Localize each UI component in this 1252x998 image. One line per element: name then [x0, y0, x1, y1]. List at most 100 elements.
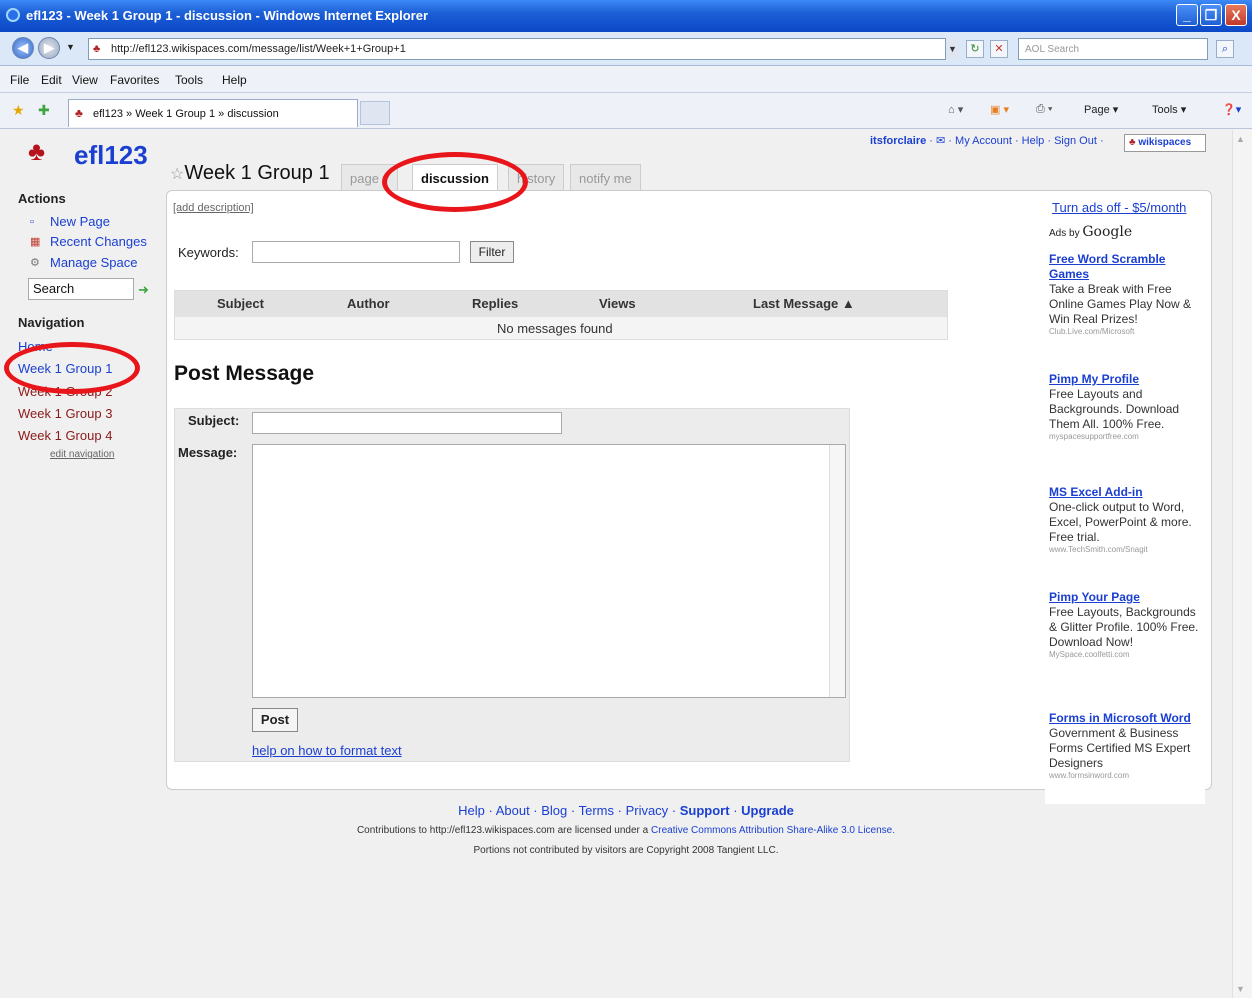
page-menu[interactable]: Page ▾ — [1084, 103, 1118, 116]
footer-privacy-link[interactable]: Privacy — [626, 803, 669, 818]
help-link[interactable]: Help — [1022, 135, 1045, 147]
browser-tab[interactable]: ♣ efl123 » Week 1 Group 1 » discussion — [68, 99, 358, 127]
menu-file[interactable]: File — [10, 73, 29, 87]
close-window-button[interactable]: X — [1225, 4, 1247, 26]
scroll-down-icon[interactable]: ▼ — [1236, 984, 1245, 994]
ad-url: myspacesupportfree.com — [1049, 432, 1139, 441]
keywords-input[interactable] — [252, 241, 460, 263]
username-link[interactable]: itsforclaire — [870, 135, 926, 147]
sidebar-search-input[interactable]: Search — [28, 278, 134, 300]
actions-heading: Actions — [18, 191, 66, 206]
menu-help[interactable]: Help — [222, 73, 247, 87]
page-scrollbar[interactable]: ▲ ▼ — [1232, 130, 1252, 998]
help-format-link[interactable]: help on how to format text — [252, 743, 402, 758]
ad-item[interactable]: Pimp Your Page Free Layouts, Backgrounds… — [1049, 590, 1203, 660]
manage-space-link[interactable]: Manage Space — [50, 255, 137, 270]
table-header: Subject Author Replies Views Last Messag… — [175, 291, 947, 317]
search-provider-input[interactable]: AOL Search — [1018, 38, 1208, 60]
ad-item[interactable]: Free Word Scramble Games Take a Break wi… — [1049, 252, 1203, 337]
sign-out-link[interactable]: Sign Out — [1054, 135, 1097, 147]
post-button[interactable]: Post — [252, 708, 298, 732]
tab-favicon-icon: ♣ — [75, 106, 83, 120]
scroll-up-icon[interactable]: ▲ — [1236, 134, 1245, 144]
footer-terms-link[interactable]: Terms — [579, 803, 614, 818]
search-go-arrow-icon[interactable]: ➜ — [138, 282, 149, 298]
footer-help-link[interactable]: Help — [458, 803, 485, 818]
ad-item[interactable]: Pimp My Profile Free Layouts and Backgro… — [1049, 372, 1203, 442]
site-name[interactable]: efl123 — [74, 140, 148, 171]
help-menu-icon[interactable]: ❓▾ — [1222, 103, 1241, 116]
column-last-message[interactable]: Last Message ▲ — [753, 296, 855, 311]
site-favicon-icon: ♣ — [93, 43, 101, 55]
url-text: http://efl123.wikispaces.com/message/lis… — [111, 43, 406, 55]
ad-title[interactable]: Pimp My Profile — [1049, 372, 1203, 387]
footer-about-link[interactable]: About — [496, 803, 530, 818]
ad-url: www.formsinword.com — [1049, 771, 1130, 780]
feeds-icon[interactable]: ▣ ▾ — [990, 103, 1009, 116]
address-bar: ◀ ▶ ▼ ♣ http://efl123.wikispaces.com/mes… — [0, 32, 1252, 66]
favorite-star-icon[interactable]: ☆ — [170, 166, 184, 183]
footer-upgrade-link[interactable]: Upgrade — [741, 803, 794, 818]
footer-blog-link[interactable]: Blog — [541, 803, 567, 818]
add-favorite-icon[interactable]: ✚ — [38, 102, 50, 119]
messages-table: Subject Author Replies Views Last Messag… — [174, 290, 948, 340]
maximize-button[interactable]: ❐ — [1200, 4, 1222, 26]
mail-icon[interactable]: ✉ — [936, 135, 945, 147]
ad-body: Government & Business Forms Certified MS… — [1049, 726, 1191, 770]
nav-week-1-group-4[interactable]: Week 1 Group 4 — [18, 428, 112, 443]
ad-item[interactable]: Forms in Microsoft Word Government & Bus… — [1049, 711, 1203, 781]
refresh-icon[interactable]: ↻ — [966, 40, 984, 58]
footer-support-link[interactable]: Support — [680, 803, 730, 818]
menu-view[interactable]: View — [72, 73, 98, 87]
textarea-scrollbar[interactable] — [829, 445, 845, 697]
filter-button[interactable]: Filter — [470, 241, 514, 263]
keywords-label: Keywords: — [178, 245, 239, 260]
page-title-text: Week 1 Group 1 — [184, 162, 330, 184]
column-views[interactable]: Views — [599, 296, 636, 311]
copyright-text: Portions not contributed by visitors are… — [473, 845, 779, 856]
tools-menu[interactable]: Tools ▾ — [1152, 103, 1186, 116]
edit-navigation-link[interactable]: edit navigation — [50, 449, 115, 460]
tab-notify-me[interactable]: notify me — [570, 164, 641, 192]
new-page-link[interactable]: New Page — [50, 214, 110, 229]
ad-body: Free Layouts and Backgrounds. Download T… — [1049, 387, 1180, 431]
menu-favorites[interactable]: Favorites — [110, 73, 159, 87]
ad-item[interactable]: MS Excel Add-in One-click output to Word… — [1049, 485, 1203, 555]
search-go-icon[interactable]: ⌕ — [1216, 40, 1234, 58]
wikispaces-badge[interactable]: ♣ wikispaces — [1124, 134, 1206, 152]
add-description-link[interactable]: [add description] — [173, 202, 254, 214]
url-field[interactable]: ♣ http://efl123.wikispaces.com/message/l… — [88, 38, 958, 60]
new-tab-button[interactable] — [360, 101, 390, 125]
ad-title[interactable]: Forms in Microsoft Word — [1049, 711, 1203, 726]
menu-bar: File Edit View Favorites Tools Help — [0, 67, 1252, 93]
ad-title[interactable]: MS Excel Add-in — [1049, 485, 1203, 500]
my-account-link[interactable]: My Account — [955, 135, 1012, 147]
print-icon[interactable]: ⎙ ▾ — [1036, 103, 1052, 116]
nav-week-1-group-3[interactable]: Week 1 Group 3 — [18, 406, 112, 421]
subject-input[interactable] — [252, 412, 562, 434]
back-button[interactable]: ◀ — [12, 37, 34, 59]
ad-title[interactable]: Free Word Scramble Games — [1049, 252, 1203, 282]
subject-label: Subject: — [188, 413, 240, 428]
forward-button[interactable]: ▶ — [38, 37, 60, 59]
home-icon[interactable]: ⌂ ▾ — [948, 103, 963, 116]
stop-icon[interactable]: ✕ — [990, 40, 1008, 58]
menu-tools[interactable]: Tools — [175, 73, 203, 87]
annotation-circle-discussion — [382, 152, 528, 212]
minimize-button[interactable]: _ — [1176, 4, 1198, 26]
turn-ads-off-link[interactable]: Turn ads off - $5/month — [1052, 200, 1186, 215]
license-link[interactable]: Creative Commons Attribution Share-Alike… — [651, 825, 895, 836]
menu-edit[interactable]: Edit — [41, 73, 62, 87]
message-textarea[interactable] — [252, 444, 846, 698]
favorites-star-icon[interactable]: ★ — [12, 102, 25, 119]
column-subject[interactable]: Subject — [217, 296, 264, 311]
column-author[interactable]: Author — [347, 296, 390, 311]
column-replies[interactable]: Replies — [472, 296, 518, 311]
ad-body: Free Layouts, Backgrounds & Glitter Prof… — [1049, 605, 1199, 649]
calendar-icon: ▦ — [30, 236, 41, 248]
history-dropdown-icon[interactable]: ▼ — [66, 42, 75, 52]
window-titlebar: efl123 - Week 1 Group 1 - discussion - W… — [0, 0, 1252, 32]
ad-title[interactable]: Pimp Your Page — [1049, 590, 1203, 605]
recent-changes-link[interactable]: Recent Changes — [50, 234, 147, 249]
url-dropdown-icon[interactable]: ▼ — [945, 38, 959, 60]
